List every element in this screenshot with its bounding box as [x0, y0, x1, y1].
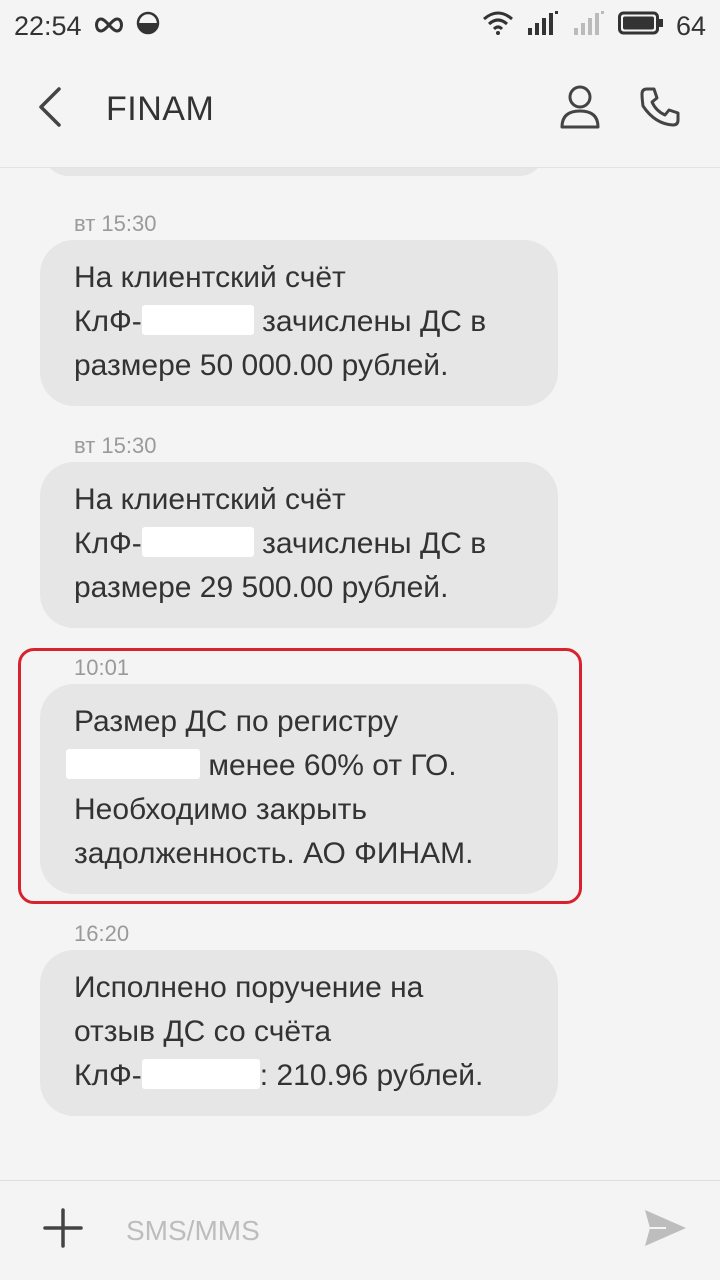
- message-text-line: менее 60% от ГО.: [66, 744, 532, 788]
- message-text-line: размере 29 500.00 рублей.: [74, 571, 449, 604]
- message-thread[interactable]: вт 15:30 На клиентский счёт КлФ- зачисле…: [0, 168, 720, 1178]
- add-attachment-button[interactable]: [0, 1181, 126, 1280]
- message-item: вт 15:30 На клиентский счёт КлФ- зачисле…: [40, 430, 558, 628]
- message-timestamp: вт 15:30: [74, 433, 157, 458]
- phone-icon: [639, 86, 681, 133]
- message-composer: [0, 1180, 720, 1280]
- send-button[interactable]: [610, 1181, 720, 1280]
- message-text-line: отзыв ДС со счёта: [74, 1015, 332, 1048]
- redacted-register: [66, 749, 200, 779]
- back-button[interactable]: [0, 52, 100, 168]
- message-text-line: КлФ- зачислены ДС в: [74, 300, 532, 344]
- message-item: вт 15:30 На клиентский счёт КлФ- зачисле…: [40, 208, 558, 406]
- redacted-account: [141, 305, 254, 335]
- plus-icon: [42, 1207, 84, 1254]
- message-text-line: размере 50 000.00 рублей.: [74, 349, 449, 382]
- send-icon: [642, 1207, 688, 1254]
- account-prefix: КлФ-: [74, 1059, 142, 1092]
- redacted-account: [141, 1059, 260, 1089]
- account-prefix: КлФ-: [74, 527, 142, 560]
- message-text: зачислены ДС в: [253, 527, 487, 560]
- message-text-line: На клиентский счёт: [74, 261, 346, 294]
- contact-button[interactable]: [550, 80, 610, 140]
- message-bubble[interactable]: Исполнено поручение на отзыв ДС со счёта…: [40, 950, 558, 1116]
- message-text: зачислены ДС в: [253, 305, 487, 338]
- message-item: 16:20 Исполнено поручение на отзыв ДС со…: [40, 918, 558, 1116]
- back-arrow-icon: [35, 85, 65, 134]
- status-time: 22:54: [14, 10, 82, 41]
- message-input[interactable]: [126, 1200, 610, 1261]
- redacted-account: [141, 527, 254, 557]
- message-text-line: КлФ- зачислены ДС в: [74, 522, 532, 566]
- signal-icon: [526, 10, 560, 43]
- message-bubble[interactable]: Размер ДС по регистру менее 60% от ГО. Н…: [40, 684, 558, 894]
- message-timestamp: вт 15:30: [74, 211, 157, 236]
- message-text-line: Исполнено поручение на: [74, 971, 424, 1004]
- account-prefix: КлФ-: [74, 305, 142, 338]
- contact-icon: [558, 83, 602, 136]
- app-bar: FINAM: [0, 52, 720, 168]
- message-text-line: Необходимо закрыть: [74, 793, 367, 826]
- infinity-icon: [92, 11, 126, 42]
- message-text: : 210.96 рублей.: [259, 1059, 484, 1092]
- message-timestamp: 10:01: [74, 655, 130, 680]
- message-text-line: На клиентский счёт: [74, 483, 346, 516]
- message-bubble[interactable]: На клиентский счёт КлФ- зачислены ДС в р…: [40, 462, 558, 628]
- message-text: менее 60% от ГО.: [200, 749, 457, 782]
- message-timestamp: 16:20: [74, 921, 130, 946]
- message-text-line: КлФ- : 210.96 рублей.: [74, 1054, 532, 1098]
- previous-message-bubble: [44, 168, 544, 176]
- message-item: 10:01 Размер ДС по регистру менее 60% от…: [40, 652, 558, 894]
- battery-level: 64: [675, 10, 706, 41]
- call-button[interactable]: [630, 80, 690, 140]
- battery-icon: [617, 11, 664, 42]
- signal-icon-2: [572, 10, 606, 43]
- message-bubble[interactable]: На клиентский счёт КлФ- зачислены ДС в р…: [40, 240, 558, 406]
- message-text-line: задолженность. АО ФИНАМ.: [74, 837, 474, 870]
- data-saver-icon: [136, 11, 160, 42]
- message-text-line: Размер ДС по регистру: [74, 705, 399, 738]
- wifi-icon: [482, 11, 514, 42]
- conversation-title: FINAM: [106, 90, 215, 128]
- status-bar: 22:54 64: [0, 0, 720, 52]
